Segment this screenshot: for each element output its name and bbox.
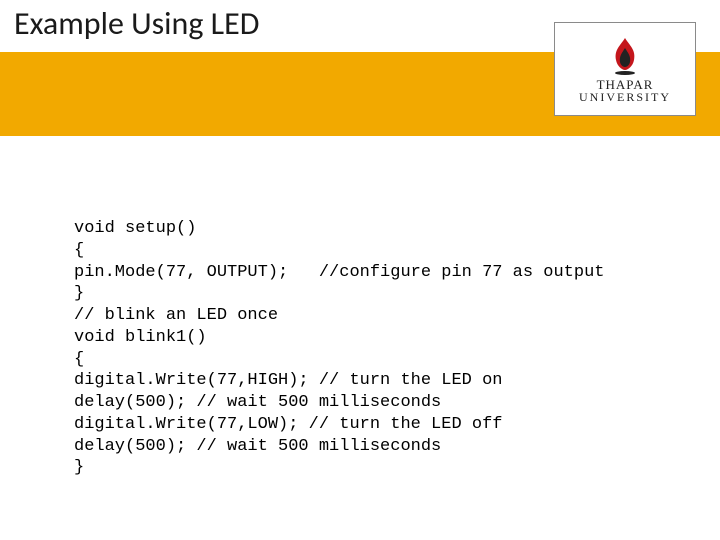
code-line: pin.Mode(77, OUTPUT); //configure pin 77… bbox=[74, 263, 605, 282]
logo-text: THAPAR UNIVERSITY bbox=[579, 78, 671, 103]
slide: Example Using LED THAPAR UNIVERSITY void… bbox=[0, 0, 720, 540]
logo-line-1: THAPAR bbox=[579, 78, 671, 91]
page-title: Example Using LED bbox=[14, 4, 259, 43]
code-line: { bbox=[74, 241, 84, 260]
title-area: Example Using LED bbox=[14, 4, 259, 43]
code-block: void setup() { pin.Mode(77, OUTPUT); //c… bbox=[74, 218, 605, 479]
code-line: digital.Write(77,HIGH); // turn the LED … bbox=[74, 371, 502, 390]
flame-icon bbox=[610, 36, 640, 76]
code-line: { bbox=[74, 350, 84, 369]
code-line: void setup() bbox=[74, 219, 196, 238]
logo-line-2: UNIVERSITY bbox=[579, 91, 671, 103]
code-line: } bbox=[74, 284, 84, 303]
code-line: void blink1() bbox=[74, 328, 207, 347]
code-line: // blink an LED once bbox=[74, 306, 278, 325]
university-logo: THAPAR UNIVERSITY bbox=[554, 22, 696, 116]
code-line: delay(500); // wait 500 milliseconds bbox=[74, 437, 441, 456]
code-line: } bbox=[74, 458, 84, 477]
code-line: digital.Write(77,LOW); // turn the LED o… bbox=[74, 415, 502, 434]
code-line: delay(500); // wait 500 milliseconds bbox=[74, 393, 441, 412]
